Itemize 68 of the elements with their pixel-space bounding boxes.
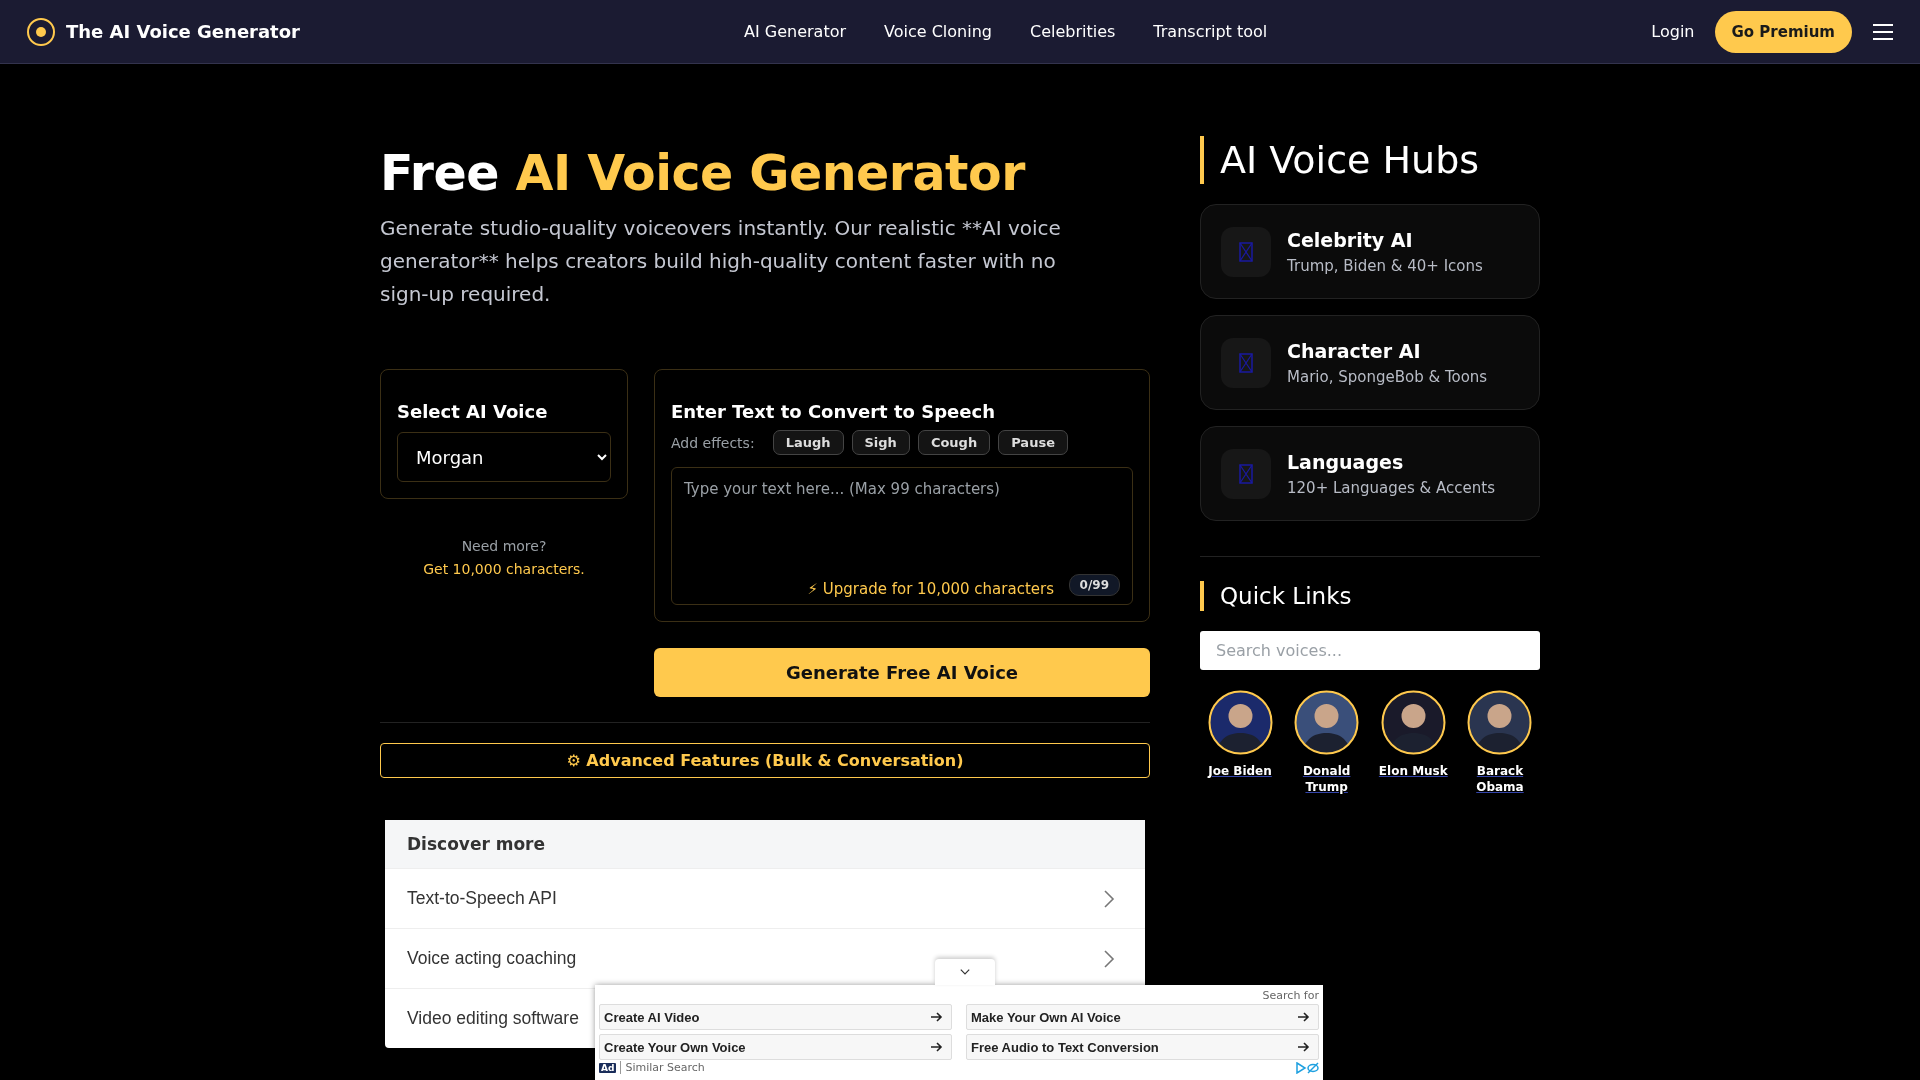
discover-item-label: Video editing software xyxy=(407,1008,579,1030)
person-link[interactable]: Joe Biden xyxy=(1208,763,1272,779)
card-heading: Enter Text to Convert to Speech xyxy=(671,401,996,423)
ad-search-link[interactable]: Free Audio to Text Conversion xyxy=(966,1034,1319,1060)
generate-button[interactable]: Generate Free AI Voice xyxy=(654,648,1150,698)
chevron-right-icon xyxy=(1103,888,1115,909)
character-counter: 0/99 xyxy=(1068,574,1120,597)
person-link[interactable]: Donald Trump xyxy=(1286,763,1367,795)
discover-item[interactable]: Text-to-Speech API xyxy=(385,868,1145,929)
text-input-field[interactable]: Type your text here... (Max 99 characters) ⚡ Upgrade for 10,000 characters 0/99 xyxy=(671,467,1133,606)
nav-link[interactable]: Voice Cloning xyxy=(884,22,992,41)
arrow-right-icon xyxy=(1298,1042,1310,1052)
broken-image-icon xyxy=(1239,352,1253,373)
ad-label: Similar Search xyxy=(620,1061,705,1074)
search-field[interactable]: Search voices... xyxy=(1200,631,1540,670)
hub-subtitle: Trump, Biden & 40+ Icons xyxy=(1287,256,1483,275)
discover-heading: Discover more xyxy=(385,820,1145,869)
nav-link[interactable]: AI Generator xyxy=(744,22,846,41)
arrow-right-icon xyxy=(1298,1012,1310,1022)
brand-name[interactable]: The AI Voice Generator xyxy=(66,21,300,42)
ad-choices-icon xyxy=(1295,1061,1319,1074)
effect-button[interactable]: Laugh xyxy=(772,430,844,456)
nav-link[interactable]: Celebrities xyxy=(1029,22,1116,41)
section-heading: AI Voice Hubs xyxy=(1200,136,1540,184)
logo-icon xyxy=(26,16,56,47)
broken-image-icon xyxy=(1239,463,1253,484)
effect-button[interactable]: Sigh xyxy=(851,430,910,456)
ad-search-link[interactable]: Create AI Video xyxy=(599,1004,952,1030)
hub-card[interactable]: Languages 120+ Languages & Accents xyxy=(1200,426,1540,521)
hub-subtitle: Mario, SpongeBob & Toons xyxy=(1287,367,1488,386)
voice-dropdown[interactable]: Morgan xyxy=(397,432,611,483)
effects-label: Add effects: xyxy=(671,434,755,451)
person-link[interactable]: Elon Musk xyxy=(1378,763,1448,779)
hub-card[interactable]: Character AI Mario, SpongeBob & Toons xyxy=(1200,315,1540,410)
effect-button[interactable]: Pause xyxy=(998,430,1068,456)
menu-icon[interactable] xyxy=(1872,22,1894,41)
ad-link-label: Create Your Own Voice xyxy=(604,1039,746,1055)
ad-badge: Ad xyxy=(599,1062,617,1073)
chevron-right-icon xyxy=(1103,948,1115,969)
upsell-link[interactable]: Get 10,000 characters. xyxy=(400,558,608,582)
hub-subtitle: 120+ Languages & Accents xyxy=(1287,478,1495,497)
hub-title: Celebrity AI xyxy=(1287,228,1414,251)
go-premium-button[interactable]: Go Premium xyxy=(1714,10,1852,53)
ad-search-link[interactable]: Create Your Own Voice xyxy=(599,1034,952,1060)
discover-item-label: Text-to-Speech API xyxy=(407,888,557,910)
person-link[interactable]: Barack Obama xyxy=(1459,763,1540,795)
hub-card[interactable]: Celebrity AI Trump, Biden & 40+ Icons xyxy=(1200,204,1540,299)
upgrade-link[interactable]: ⚡ Upgrade for 10,000 characters xyxy=(807,580,1054,599)
advanced-features-button[interactable]: ⚙ Advanced Features (Bulk & Conversation) xyxy=(380,743,1150,779)
hub-title: Languages xyxy=(1287,450,1405,473)
ad-search-link[interactable]: Make Your Own AI Voice xyxy=(966,1004,1319,1030)
page-subtitle: Generate studio-quality voiceovers instantly. Our realistic **AI voice generator** helps creators build high-quality content faster with no sign-up required. xyxy=(380,215,1062,309)
discover-item-label: Voice acting coaching xyxy=(407,948,577,970)
login-link[interactable]: Login xyxy=(1651,22,1695,41)
ad-caption: Search for xyxy=(1262,989,1319,1002)
page-title: Free AI Voice Generator xyxy=(380,146,1027,203)
ad-link-label: Free Audio to Text Conversion xyxy=(971,1039,1159,1055)
ad-link-label: Make Your Own AI Voice xyxy=(971,1009,1121,1025)
arrow-right-icon xyxy=(931,1012,943,1022)
broken-image-icon xyxy=(1239,241,1253,262)
nav-link[interactable]: Transcript tool xyxy=(1153,22,1268,41)
effect-button[interactable]: Cough xyxy=(917,430,991,456)
arrow-right-icon xyxy=(931,1042,943,1052)
upsell-note: Need more? Get 10,000 characters. xyxy=(380,535,628,582)
section-heading: Quick Links xyxy=(1200,581,1540,611)
card-heading: Select AI Voice xyxy=(397,401,549,423)
ad-link-label: Create AI Video xyxy=(604,1009,700,1025)
hub-title: Character AI xyxy=(1287,339,1422,362)
